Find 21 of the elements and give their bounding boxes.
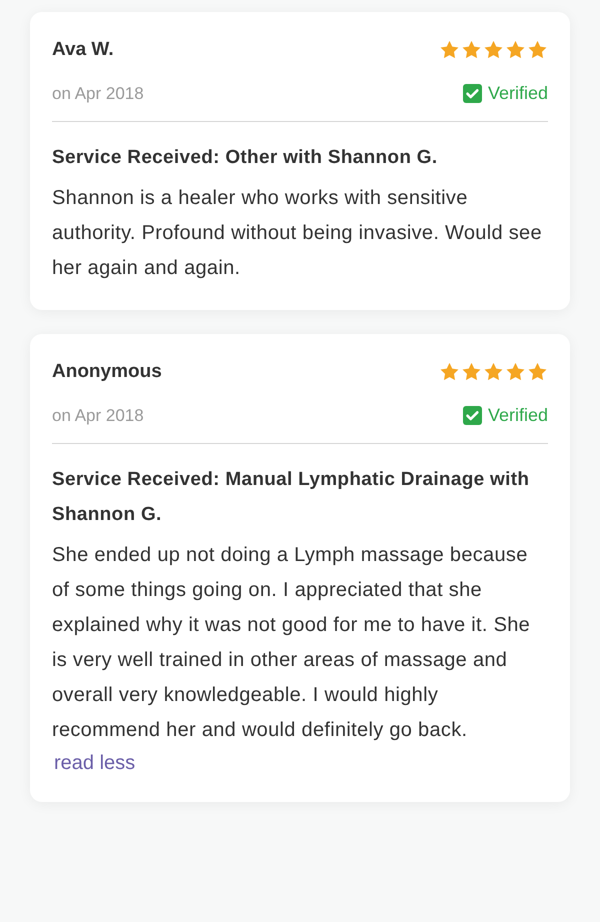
star-icon	[483, 361, 504, 382]
star-icon	[461, 361, 482, 382]
reviewer-name: Anonymous	[52, 360, 162, 384]
verified-label: Verified	[488, 404, 548, 427]
star-icon	[527, 361, 548, 382]
review-text: She ended up not doing a Lymph massage because of some things going on. I appreciated that she explained why it was not good for me to have it. She is very well trained in other areas of massage and overall very knowledgeable. I would highly recommend her and would definitely go back.	[52, 543, 532, 743]
service-title: Service Received: Manual Lymphatic Drainage with Shannon G.	[52, 468, 530, 527]
review-date: on Apr 2018	[52, 82, 144, 104]
review-text: Shannon is a healer who works with sensitive authority. Profound without being invasive. Would see her again and again.	[52, 186, 543, 281]
service-title: Service Received: Other with Shannon G.	[52, 146, 438, 170]
review-date: on Apr 2018	[52, 404, 144, 426]
star-icon	[461, 39, 482, 60]
read-less-link[interactable]: read less	[54, 748, 136, 778]
star-icon	[505, 39, 526, 60]
star-icon	[439, 361, 460, 382]
verified-label: Verified	[488, 82, 548, 105]
star-icon	[505, 361, 526, 382]
reviewer-name: Ava W.	[52, 38, 114, 62]
star-icon	[527, 39, 548, 60]
star-icon	[483, 39, 504, 60]
star-icon	[439, 39, 460, 60]
